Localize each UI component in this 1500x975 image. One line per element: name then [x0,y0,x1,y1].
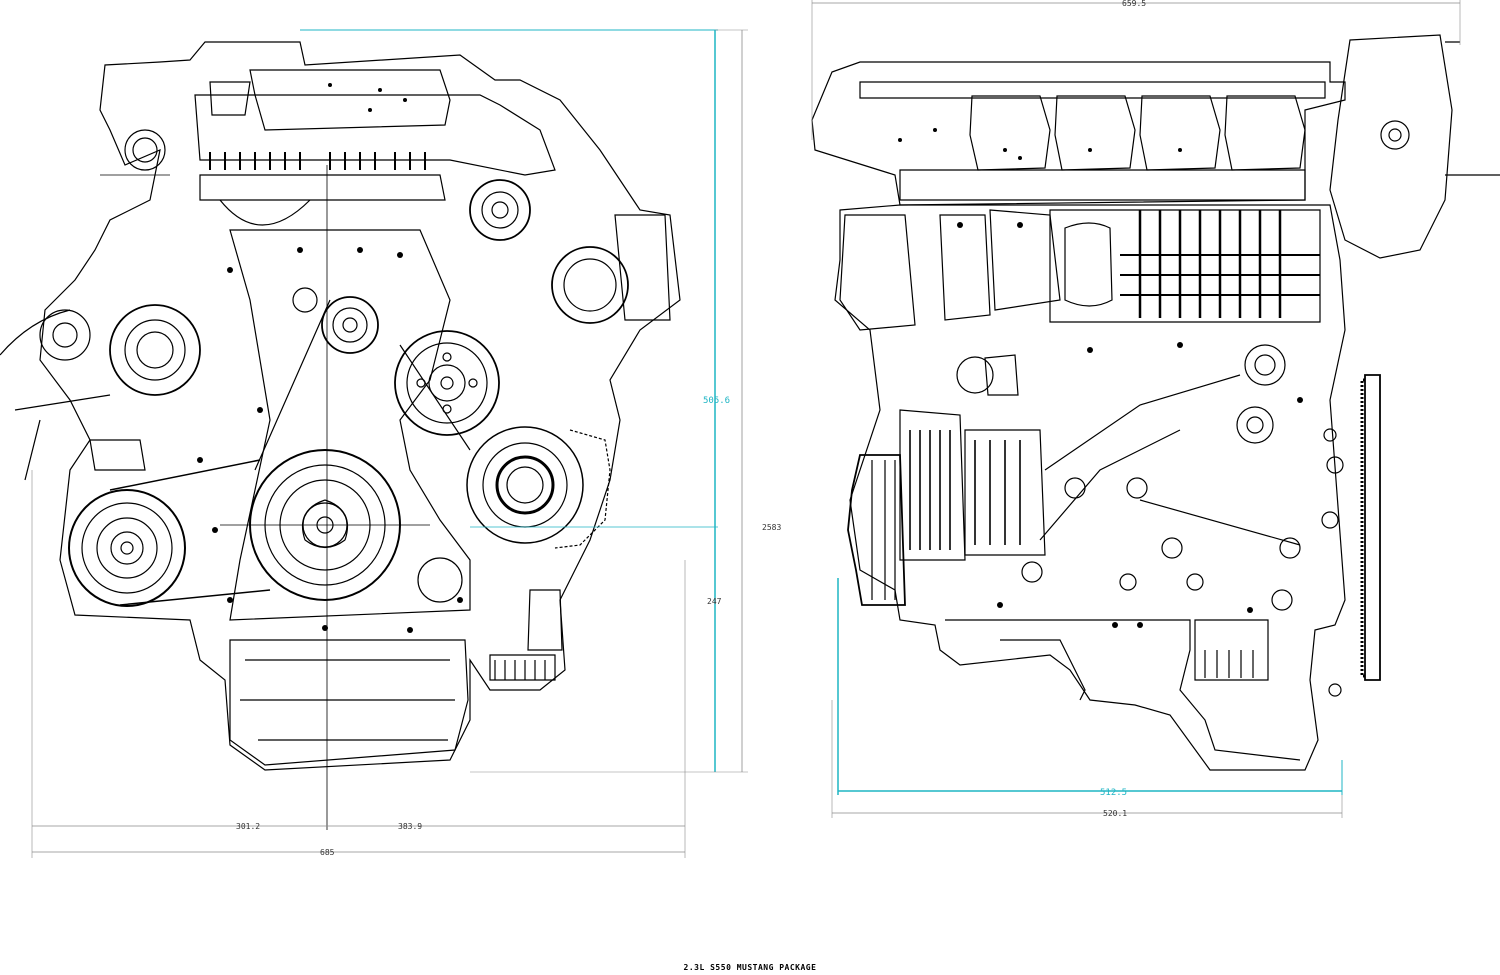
front-height-partial-label: 2583 [762,523,781,532]
front-width-right-label: 383.9 [398,822,422,831]
side-width-top-label: 659.5 [1122,0,1146,8]
side-width-bottom-label: 520.1 [1103,809,1127,818]
front-height-total-label: 505.6 [703,396,730,406]
front-width-total-label: 685 [320,848,335,857]
side-view-engine [811,34,1500,771]
front-view-centerlines [100,165,430,830]
front-width-left-label: 301.2 [236,822,260,831]
front-height-lower-label: 247 [707,597,722,606]
side-width-bottom-cyan-label: 512.5 [1100,788,1127,798]
front-view-engine [0,41,681,771]
front-view-dimension-lines [31,29,748,858]
drawing-title: 2.3L S550 MUSTANG PACKAGE [683,963,817,972]
engine-drawing-canvas: 505.6 2583 247 301.2 383.9 685 659.5 512… [0,0,1500,858]
